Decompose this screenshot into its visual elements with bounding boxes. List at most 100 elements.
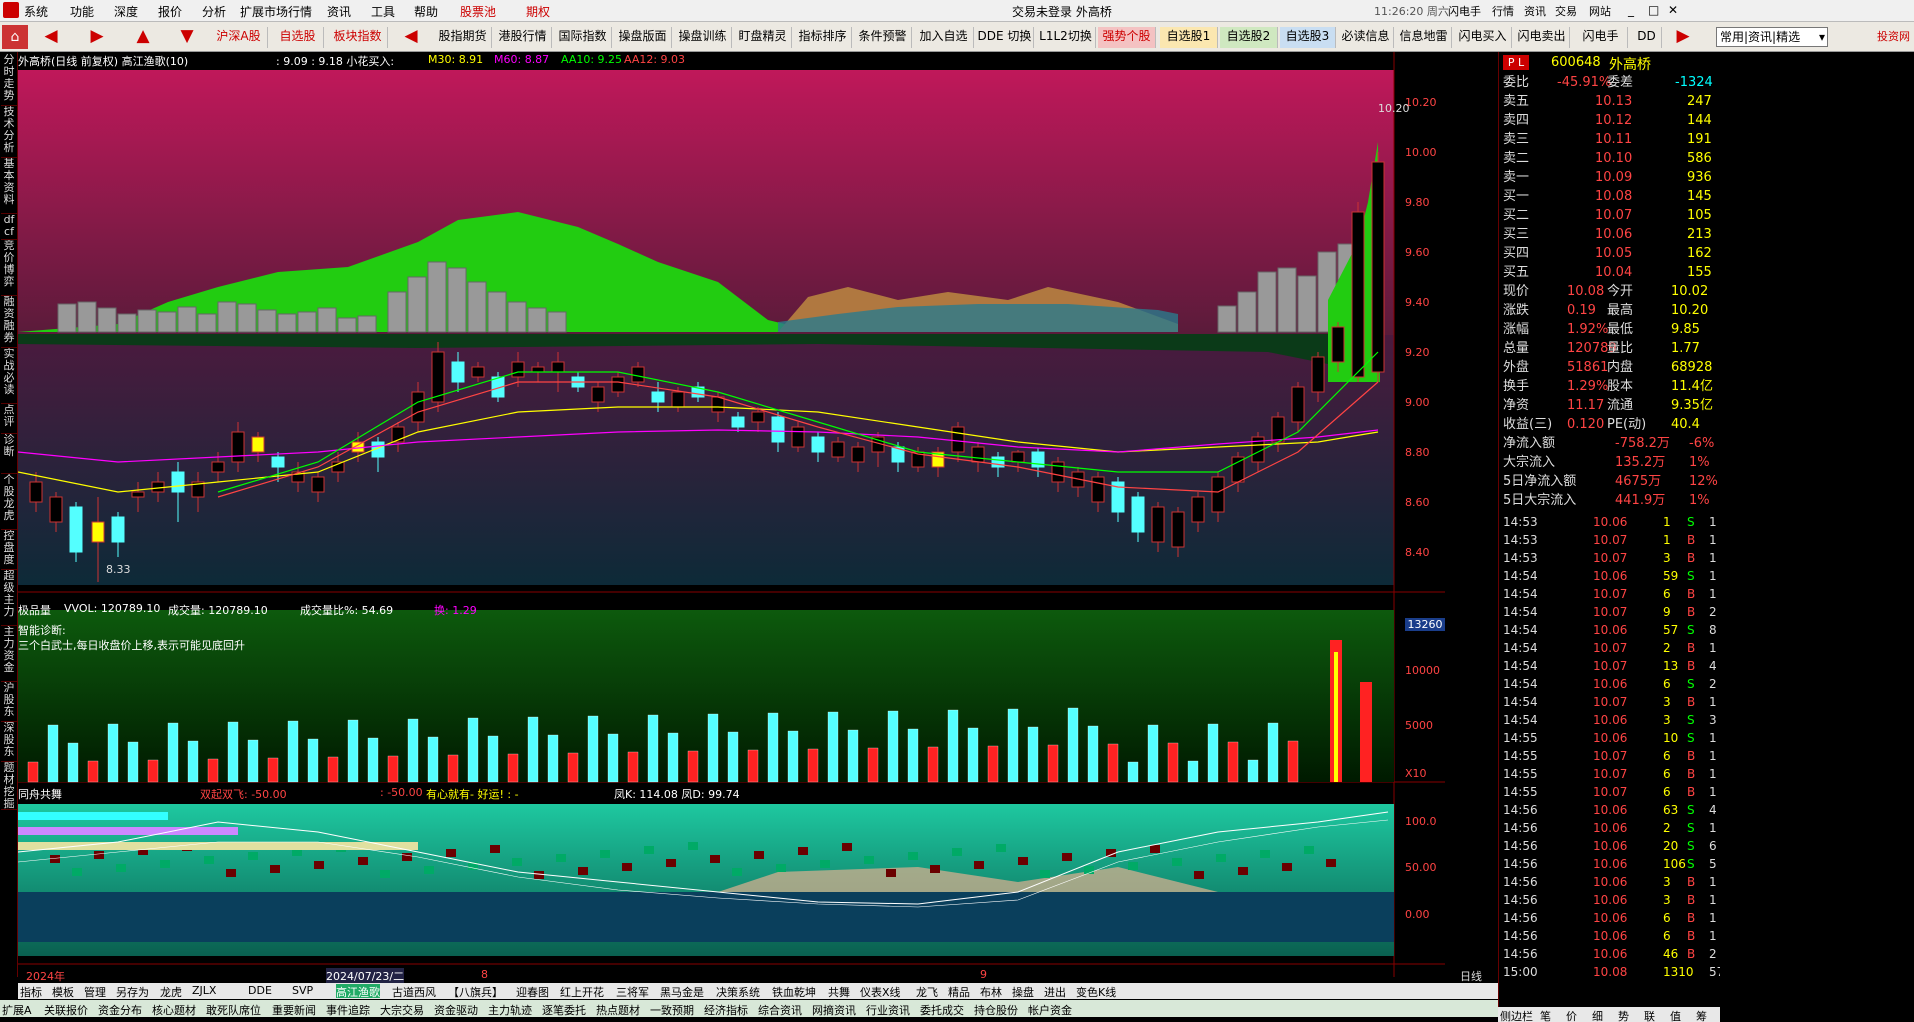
tb-strong-stocks[interactable]: 强势个股 (1098, 27, 1156, 48)
tb-index-futures[interactable]: 股指期货 (434, 27, 492, 48)
extension-tab[interactable]: 委托成交 (920, 1002, 964, 1017)
minimize-button[interactable]: _ (1628, 3, 1634, 17)
menu-ext-market[interactable]: 扩展市场行情 (240, 3, 312, 20)
menu-quote[interactable]: 报价 (158, 3, 182, 20)
right-bottom-tab[interactable]: 筹 (1696, 1008, 1707, 1022)
menu-right-trade[interactable]: 交易 (1555, 3, 1577, 19)
indicator-tab[interactable]: 模板 (52, 984, 74, 999)
menu-options[interactable]: 期权 (526, 3, 550, 20)
indicator-tab[interactable]: 黑马金是 (660, 984, 704, 999)
extension-tab[interactable]: 关联报价 (44, 1002, 88, 1017)
extension-tab[interactable]: 核心题材 (152, 1002, 196, 1017)
extension-tab[interactable]: 持仓股份 (974, 1002, 1018, 1017)
menu-stock-pool[interactable]: 股票池 (460, 3, 496, 20)
extension-tab[interactable]: 行业资讯 (866, 1002, 910, 1017)
up-arrow-icon[interactable]: ▲ (132, 27, 154, 48)
right-bottom-tab[interactable]: 侧边栏 (1500, 1008, 1533, 1022)
app-logo-icon[interactable] (3, 2, 19, 18)
down-arrow-icon[interactable]: ▼ (176, 27, 198, 48)
indicator-tab[interactable]: 操盘 (1012, 984, 1034, 999)
extension-tab[interactable]: 重要新闻 (272, 1002, 316, 1017)
sidebar-tab[interactable]: 点评 (1, 404, 17, 434)
sidebar-tab[interactable]: 融资融券 (1, 296, 17, 348)
sidebar-tab[interactable]: 个股龙虎 (1, 474, 17, 530)
extension-tab[interactable]: 事件追踪 (326, 1002, 370, 1017)
sidebar-tab[interactable]: 诊断 (1, 434, 17, 474)
menu-help[interactable]: 帮助 (414, 3, 438, 20)
sidebar-tab[interactable]: 实战必读 (1, 348, 17, 404)
right-bottom-tab[interactable]: 笔 (1540, 1008, 1551, 1022)
indicator-tab[interactable]: 指标 (20, 984, 42, 999)
tb-info-mine[interactable]: 信息地雷 (1396, 27, 1452, 48)
right-bottom-tab[interactable]: 价 (1566, 1008, 1577, 1022)
sidebar-tab[interactable]: 题材挖掘 (1, 762, 17, 810)
indicator-tab[interactable]: 管理 (84, 984, 106, 999)
sidebar-tab[interactable]: 主力资金 (1, 626, 17, 682)
home-icon[interactable]: ⌂ (2, 25, 28, 49)
tb-dd[interactable]: DD (1632, 27, 1662, 48)
menu-system[interactable]: 系统 (24, 3, 48, 20)
indicator-tab[interactable]: ZJLX (192, 984, 216, 998)
extension-tab[interactable]: 帐户资金 (1028, 1002, 1072, 1017)
maximize-button[interactable]: □ (1648, 3, 1659, 17)
indicator-tab[interactable]: 变色K线 (1076, 984, 1116, 999)
tb-watchlist-3[interactable]: 自选股3 (1280, 27, 1336, 48)
brand-logo[interactable]: 投资网 (1848, 25, 1910, 49)
sidebar-tab[interactable]: dfcf (1, 214, 17, 240)
menu-function[interactable]: 功能 (70, 3, 94, 20)
tb-scroll-left-icon[interactable]: ◀ (400, 27, 422, 48)
indicator-tab[interactable]: 高江渔歌 (336, 984, 380, 999)
indicator-tab[interactable]: 另存为 (116, 984, 149, 999)
period-label[interactable]: 日线 (1460, 968, 1498, 983)
menu-tools[interactable]: 工具 (371, 3, 395, 20)
indicator-tab[interactable]: 红上开花 (560, 984, 604, 999)
extension-tab[interactable]: 一致预期 (650, 1002, 694, 1017)
candlestick-chart[interactable] (18, 52, 1445, 977)
menu-right-quote[interactable]: 行情 (1492, 3, 1514, 19)
extension-tab[interactable]: 经济指标 (704, 1002, 748, 1017)
indicator-tab[interactable]: 仪表X线 (860, 984, 901, 999)
sidebar-tab[interactable]: 控盘度 (1, 530, 17, 570)
indicator-tab[interactable]: 进出 (1044, 984, 1066, 999)
tb-add-watchlist[interactable]: 加入自选 (914, 27, 974, 48)
extension-tab[interactable]: 逐笔委托 (542, 1002, 586, 1017)
extension-tab[interactable]: 网摘资讯 (812, 1002, 856, 1017)
news-dropdown[interactable]: 常用|资讯|精选 ▾ (1716, 27, 1828, 47)
sidebar-tab[interactable]: 深股东 (1, 722, 17, 762)
right-bottom-tab[interactable]: 联 (1644, 1008, 1655, 1022)
tb-flash-sell[interactable]: 闪电卖出 (1514, 27, 1570, 48)
sidebar-tab[interactable]: 基本资料 (1, 158, 17, 214)
sidebar-tab[interactable]: 超级主力 (1, 570, 17, 626)
menu-depth[interactable]: 深度 (114, 3, 138, 20)
menu-news[interactable]: 资讯 (327, 3, 351, 20)
extension-tab[interactable]: 主力轨迹 (488, 1002, 532, 1017)
indicator-tab[interactable]: 龙飞 (916, 984, 938, 999)
indicator-tab[interactable]: 龙虎 (160, 984, 182, 999)
tb-monitor[interactable]: 盯盘精灵 (734, 27, 792, 48)
tb-indicator-sort[interactable]: 指标排序 (794, 27, 852, 48)
tb-sh-sz-a[interactable]: 沪深A股 (210, 27, 268, 48)
tb-training[interactable]: 操盘训练 (674, 27, 732, 48)
tb-sector-index[interactable]: 板块指数 (328, 27, 388, 48)
indicator-tab[interactable]: 铁血乾坤 (772, 984, 816, 999)
menu-right-lightning[interactable]: 闪电手 (1448, 3, 1481, 19)
indicator-tab[interactable]: 三将军 (616, 984, 649, 999)
sidebar-tab[interactable]: 沪股东 (1, 682, 17, 722)
tb-condition-alert[interactable]: 条件预警 (854, 27, 912, 48)
indicator-tab[interactable]: 迎春图 (516, 984, 549, 999)
indicator-tab[interactable]: 【八旗兵】 (448, 984, 503, 999)
menu-analysis[interactable]: 分析 (202, 3, 226, 20)
right-bottom-tab[interactable]: 值 (1670, 1008, 1681, 1022)
menu-right-site[interactable]: 网站 (1589, 3, 1611, 19)
tb-flash-buy[interactable]: 闪电买入 (1454, 27, 1512, 48)
tb-scroll-right-icon[interactable]: ▶ (1672, 27, 1694, 48)
back-arrow-icon[interactable]: ◀ (40, 27, 62, 48)
forward-arrow-icon[interactable]: ▶ (86, 27, 108, 48)
right-bottom-tab[interactable]: 细 (1592, 1008, 1603, 1022)
tb-l1l2-switch[interactable]: L1L2切换 (1036, 27, 1096, 48)
tb-dde-switch[interactable]: DDE 切换 (976, 27, 1034, 48)
indicator-tab[interactable]: 精品 (948, 984, 970, 999)
sidebar-tab[interactable]: 技术分析 (1, 106, 17, 158)
right-bottom-tab[interactable]: 势 (1618, 1008, 1629, 1022)
extension-tab[interactable]: 敢死队席位 (206, 1002, 261, 1017)
